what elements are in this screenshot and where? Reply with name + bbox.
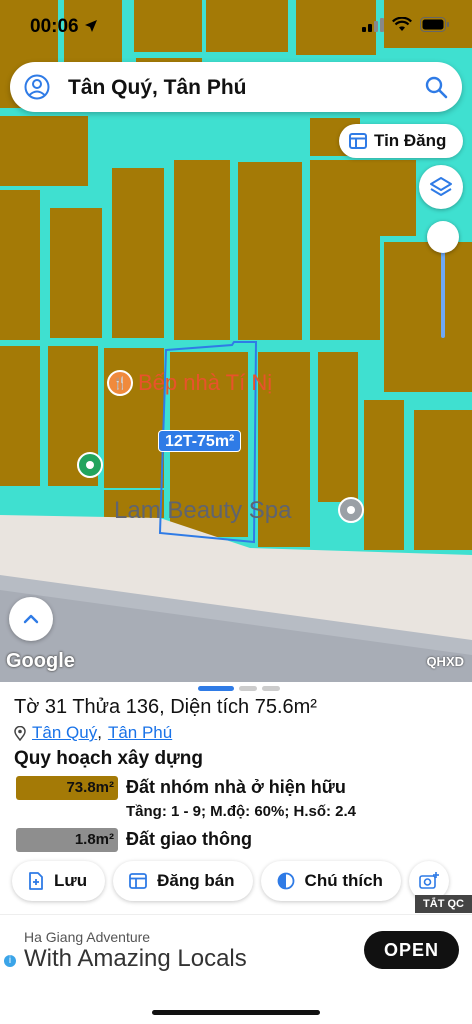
zone-name: Đất nhóm nhà ở hiện hữu [126,777,346,797]
ad-open-button[interactable]: OPEN [364,931,459,969]
listings-icon [129,873,147,889]
zone-area-badge: 73.8m² [16,776,118,800]
status-icons [362,17,450,32]
restaurant-pin-icon[interactable]: 🍴 [107,370,133,396]
signal-icon [362,17,384,32]
listings-button[interactable]: Tin Đăng [339,124,463,158]
place-pin-icon[interactable] [77,452,103,478]
location-separator: , [97,723,102,742]
expand-button[interactable] [9,597,53,641]
hide-ads-button[interactable]: TẮT QC [415,895,472,913]
listings-label: Tin Đăng [374,131,447,150]
status-time: 00:06 [30,16,98,38]
save-button[interactable]: Lưu [12,861,106,901]
location-pin-icon [14,725,26,741]
location-arrow-icon [84,20,97,32]
opacity-slider-knob[interactable] [427,221,459,253]
ad-info-icon[interactable]: i [4,955,16,967]
post-sale-button[interactable]: Đăng bán [113,861,253,901]
zone-name: Đất giao thông [126,829,252,849]
opacity-slider-track[interactable] [441,238,445,338]
status-bar: 00:06 [0,0,472,52]
layers-button[interactable] [419,165,463,209]
ad-subtitle: Ha Giang Adventure [24,929,151,945]
user-icon[interactable] [24,74,50,100]
lot-label[interactable]: 12T-75m² [158,430,242,452]
camera-add-icon [419,872,439,889]
zone-detail: Tầng: 1 - 9; M.độ: 60%; H.số: 2.4 [126,803,357,820]
qhxd-label: QHXD [426,654,464,669]
legend-label: Chú thích [304,871,383,890]
wifi-icon [392,17,412,31]
home-area [0,986,472,1024]
poi-spa-label[interactable]: Lam Beauty Spa [114,497,291,525]
lot-title: Tờ 31 Thửa 136, Diện tích 75.6m² [14,696,317,718]
ad-banner[interactable]: TẮT QC i Ha Giang Adventure With Amazing… [0,895,472,986]
lot-info-sheet: Tờ 31 Thửa 136, Diện tích 75.6m² Tân Quý… [0,682,472,914]
map-view[interactable]: 00:06 Tân Quý, Tân Phú Tin Đăng 🍴 Bếp nh… [0,0,472,682]
location-line: Tân Quý, Tân Phú [14,723,172,743]
contrast-icon [277,872,294,890]
legend-button[interactable]: Chú thích [260,861,401,901]
save-icon [29,872,43,890]
home-indicator[interactable] [152,1010,320,1015]
ward-link[interactable]: Tân Quý [32,723,97,743]
page-indicator [198,686,280,691]
ad-headline: With Amazing Locals [24,945,247,972]
district-link[interactable]: Tân Phú [108,723,172,743]
battery-icon [420,17,449,32]
google-logo: Google [6,650,75,672]
poi-restaurant-label[interactable]: Bếp nhà Tí Nị [138,370,272,396]
page-dot [239,686,257,691]
page-dot [262,686,280,691]
listings-icon [349,133,367,149]
search-icon[interactable] [424,75,448,99]
section-title: Quy hoạch xây dựng [14,748,204,769]
chevron-up-icon [23,614,39,624]
search-input[interactable]: Tân Quý, Tân Phú [68,76,247,100]
page-dot-active [198,686,234,691]
action-row: Lưu Đăng bán Chú thích [12,861,449,901]
layers-icon [430,177,452,196]
spa-pin-icon[interactable] [338,497,364,523]
post-sale-label: Đăng bán [157,871,235,890]
zone-area-badge: 1.8m² [16,828,118,852]
save-label: Lưu [54,871,88,890]
search-bar[interactable]: Tân Quý, Tân Phú [10,62,462,112]
